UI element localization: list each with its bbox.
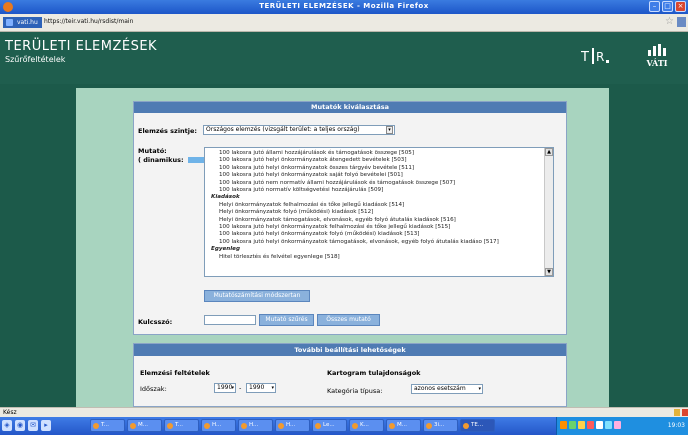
security-lock-icon[interactable] xyxy=(674,409,680,416)
filter-indicator-button[interactable]: Mutató szűrés xyxy=(259,314,314,326)
period-to-value: 1990 xyxy=(249,384,265,391)
taskbar-button[interactable]: M... xyxy=(127,419,162,432)
tray-display-icon[interactable] xyxy=(605,421,612,429)
tray-volume-icon[interactable] xyxy=(596,421,603,429)
taskbar-tasks: T... M... T... H... H... H... Le... K... M... 3i.… xyxy=(90,419,495,432)
dynamic-color-swatch xyxy=(187,157,204,163)
all-indicators-button[interactable]: Összes mutató xyxy=(317,314,380,326)
taskbar-button[interactable]: K... xyxy=(349,419,384,432)
error-console-icon[interactable] xyxy=(682,409,688,416)
indicator-option[interactable]: 100 lakosra jutó normatív költségvetési … xyxy=(211,187,541,194)
panel-header: Mutatók kiválasztása xyxy=(134,102,566,113)
option-group-label: Egyenleg xyxy=(211,246,240,253)
indicator-options: 100 lakosra jutó állami hozzájárulások é… xyxy=(205,148,553,261)
keyword-input[interactable] xyxy=(204,315,256,325)
app-title: TERÜLETI ELEMZÉSEK xyxy=(5,39,158,54)
toolbar-extension-icon[interactable] xyxy=(677,17,686,27)
system-tray: 19:03 xyxy=(556,417,688,435)
category-type-select[interactable]: azonos esetszám ▾ xyxy=(411,384,483,394)
tray-alert-icon[interactable] xyxy=(587,421,594,429)
taskbar-button[interactable]: H... xyxy=(275,419,310,432)
browser-status-bar: Kész xyxy=(0,407,688,417)
indicator-option[interactable]: 100 lakosra jutó helyi önkormányzatok sa… xyxy=(211,172,541,179)
analysis-level-label: Elemzés szintje: xyxy=(138,127,198,135)
quick-launch: ◈ ◉ ✉ ▸ xyxy=(2,420,51,431)
indicator-label: Mutató: xyxy=(138,147,167,155)
category-type-label: Kategória típusa: xyxy=(327,387,383,395)
svg-text:R: R xyxy=(596,50,604,64)
period-separator: - xyxy=(239,384,242,392)
panel-header: További beállítási lehetőségek xyxy=(134,344,566,356)
indicator-option[interactable]: Helyi önkormányzatok támogatások, elvoná… xyxy=(211,217,541,224)
period-from-select[interactable]: 1990 ▾ xyxy=(214,383,236,393)
indicator-selection-panel: Mutatók kiválasztása Elemzés szintje: Or… xyxy=(133,101,567,335)
scroll-up-icon[interactable]: ▲ xyxy=(545,148,553,156)
chevron-down-icon[interactable]: ▾ xyxy=(271,384,274,392)
tray-network-icon[interactable] xyxy=(560,421,567,429)
tray-clock: 19:03 xyxy=(667,422,685,429)
period-from-value: 1990 xyxy=(217,384,233,391)
indicator-listbox[interactable]: 100 lakosra jutó állami hozzájárulások é… xyxy=(204,147,554,277)
tray-icons xyxy=(560,421,621,429)
taskbar-button[interactable]: H... xyxy=(201,419,236,432)
app-subtitle: Szűrőfeltételek xyxy=(5,55,66,64)
taskbar-button[interactable]: Le... xyxy=(312,419,347,432)
svg-text:T: T xyxy=(581,50,589,65)
dynamic-label-row: ( dinamikus: ) xyxy=(138,156,211,164)
chevron-down-icon[interactable]: ▾ xyxy=(231,384,234,392)
taskbar-button[interactable]: H... xyxy=(238,419,273,432)
scroll-down-icon[interactable]: ▼ xyxy=(545,268,553,276)
email-launch-icon[interactable]: ✉ xyxy=(28,420,38,431)
tray-misc-icon[interactable] xyxy=(614,421,621,429)
period-to-select[interactable]: 1990 ▾ xyxy=(246,383,276,393)
indicator-option[interactable]: 100 lakosra jutó helyi önkormányzatok fo… xyxy=(211,231,541,238)
chevron-down-icon[interactable]: ▾ xyxy=(478,385,481,393)
tray-update-icon[interactable] xyxy=(578,421,585,429)
indicator-option[interactable]: 100 lakosra jutó helyi önkormányzatok tá… xyxy=(211,239,541,246)
chevron-down-icon[interactable]: ▾ xyxy=(386,126,393,134)
browser-launch-icon[interactable]: ◉ xyxy=(15,420,25,431)
teir-logo-icon: T R xyxy=(581,48,609,65)
status-text: Kész xyxy=(3,409,17,416)
indicator-option[interactable]: 100 lakosra jutó nem normatív állami hoz… xyxy=(211,180,541,187)
window-title: TERÜLETI ELEMZÉSEK - Mozilla Firefox xyxy=(259,2,429,10)
media-launch-icon[interactable]: ▸ xyxy=(41,420,51,431)
show-desktop-icon[interactable]: ◈ xyxy=(2,420,12,431)
category-type-value: azonos esetszám xyxy=(414,385,466,392)
taskbar-button[interactable]: 3i... xyxy=(423,419,458,432)
window-controls: – □ × xyxy=(649,1,686,12)
vati-logo-icon: VÁTI xyxy=(642,44,672,74)
indicator-option[interactable]: 100 lakosra jutó helyi önkormányzatok át… xyxy=(211,157,541,164)
dynamic-label: ( dinamikus: xyxy=(138,156,184,164)
keyword-label: Kulcsszó: xyxy=(138,318,173,326)
analysis-level-value: Országos elemzés (vizsgált terület: a te… xyxy=(206,126,360,133)
indicator-option[interactable]: Hitel törlesztés és felvétel egyenlege [… xyxy=(211,254,541,261)
taskbar-button[interactable]: TE... xyxy=(460,419,495,432)
analysis-level-select[interactable]: Országos elemzés (vizsgált terület: a te… xyxy=(203,125,395,135)
app-header: TERÜLETI ELEMZÉSEK Szűrőfeltételek T R V… xyxy=(0,32,688,84)
address-bar: vati.hu https://teir.vati.hu/rsdist/main… xyxy=(0,14,688,32)
cartogram-properties-label: Kartogram tulajdonságok xyxy=(327,369,421,377)
window-titlebar: TERÜLETI ELEMZÉSEK - Mozilla Firefox – □… xyxy=(0,0,688,14)
tray-security-icon[interactable] xyxy=(569,421,576,429)
listbox-scrollbar[interactable]: ▲ ▼ xyxy=(544,148,553,276)
bookmark-star-icon[interactable]: ☆ xyxy=(665,16,674,27)
further-settings-panel: További beállítási lehetőségek Elemzési … xyxy=(133,343,567,407)
site-identity-badge[interactable]: vati.hu xyxy=(3,17,42,28)
methodology-button[interactable]: Mutatószámítási módszertan xyxy=(204,290,310,302)
os-taskbar: ◈ ◉ ✉ ▸ T... M... T... H... H... H... Le... K..… xyxy=(0,417,688,435)
taskbar-button[interactable]: T... xyxy=(164,419,199,432)
period-label: Időszak: xyxy=(140,385,167,393)
analysis-conditions-label: Elemzési feltételek xyxy=(140,369,210,377)
maximize-button[interactable]: □ xyxy=(662,1,673,12)
taskbar-button[interactable]: M... xyxy=(386,419,421,432)
url-field[interactable]: https://teir.vati.hu/rsdist/main xyxy=(44,18,133,25)
minimize-button[interactable]: – xyxy=(649,1,660,12)
close-button[interactable]: × xyxy=(675,1,686,12)
indicator-option[interactable]: Helyi önkormányzatok folyó (működési) ki… xyxy=(211,209,541,216)
option-group-label: Kiadások xyxy=(211,194,240,201)
taskbar-button[interactable]: T... xyxy=(90,419,125,432)
